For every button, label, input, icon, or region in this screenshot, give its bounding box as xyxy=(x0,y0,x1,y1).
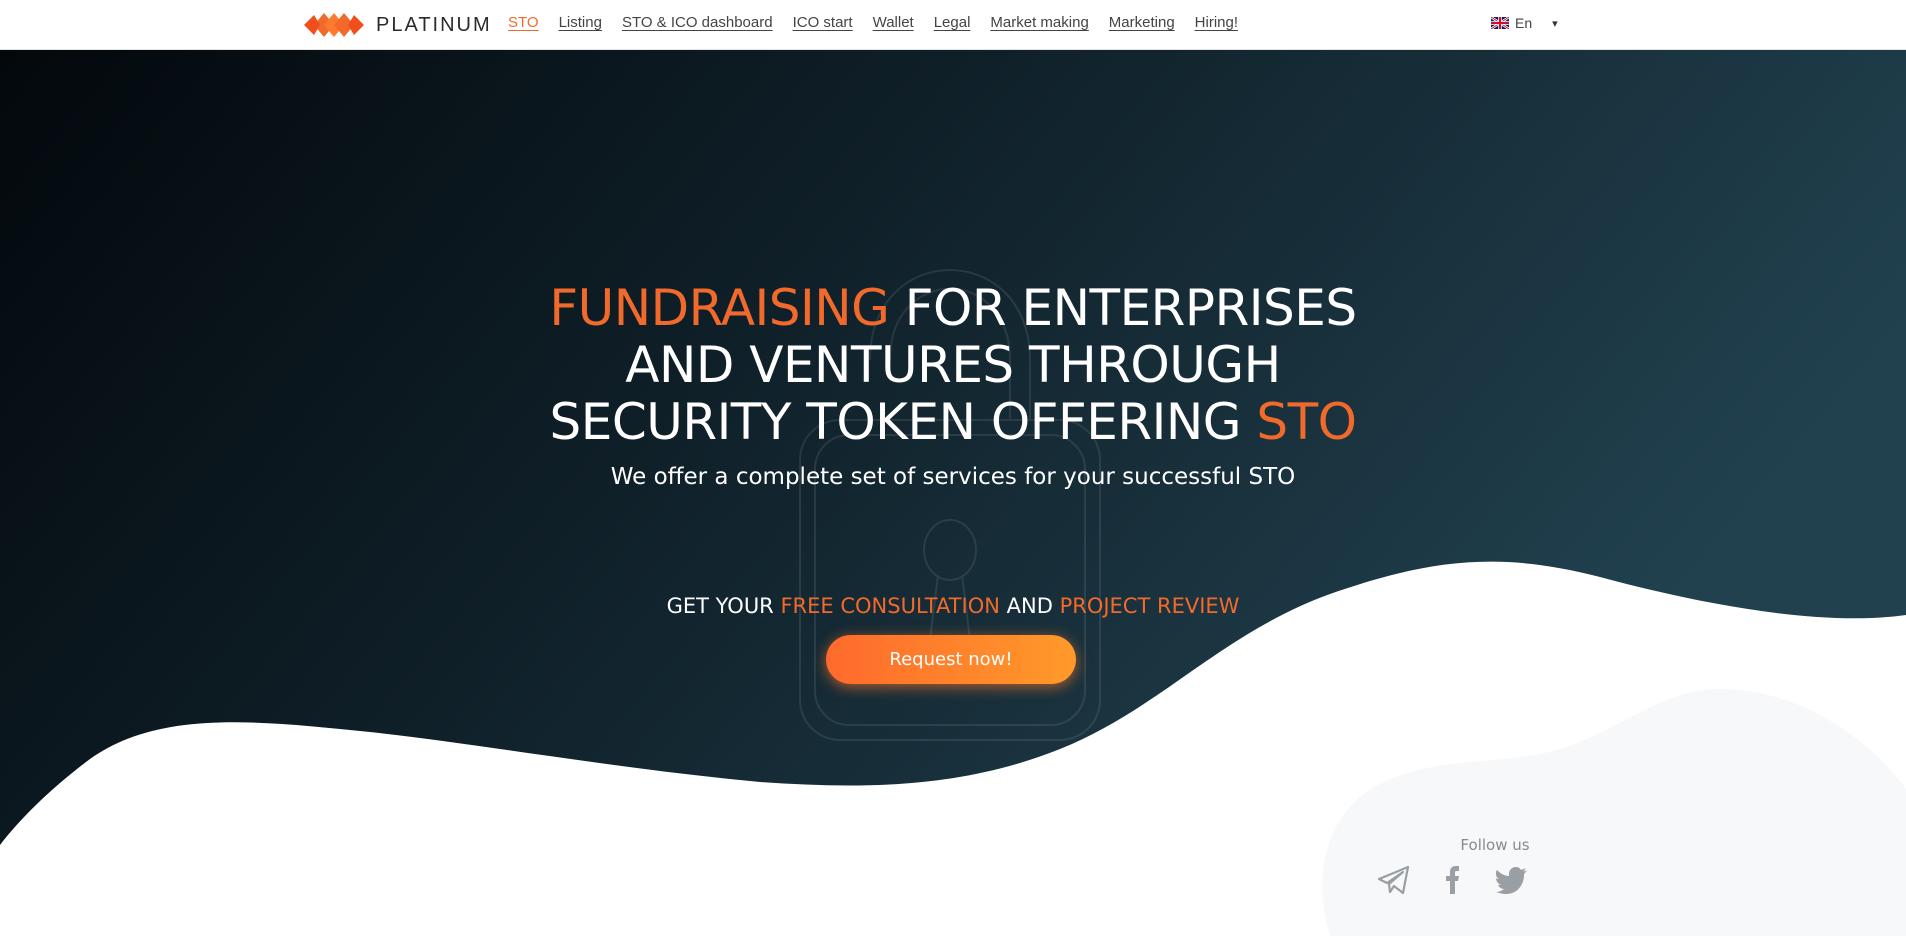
brand-logo[interactable]: PLATINUM xyxy=(302,7,492,43)
hero-title-line-1: FOR ENTERPRISES xyxy=(889,279,1357,337)
hero-title-highlight-fundraising: FUNDRAISING xyxy=(549,279,890,337)
top-navbar: PLATINUM STO Listing STO & ICO dashboard… xyxy=(0,0,1906,50)
hero-title-highlight-sto: STO xyxy=(1256,393,1357,451)
hero-subtitle: We offer a complete set of services for … xyxy=(610,464,1296,490)
facebook-icon xyxy=(1446,866,1459,894)
twitter-link[interactable] xyxy=(1496,866,1528,894)
nav-listing[interactable]: Listing xyxy=(559,14,602,31)
twitter-icon xyxy=(1496,867,1527,894)
nav-sto-ico-dashboard[interactable]: STO & ICO dashboard xyxy=(622,14,773,31)
diamond-logo-icon xyxy=(304,13,364,37)
cta-text-1: GET YOUR xyxy=(666,594,781,618)
nav-legal[interactable]: Legal xyxy=(934,14,971,31)
hero-title-line-2: AND VENTURES THROUGH xyxy=(625,336,1281,394)
language-selector[interactable]: En ▾ xyxy=(1491,15,1558,31)
nav-ico-start[interactable]: ICO start xyxy=(793,14,853,31)
brand-name: PLATINUM xyxy=(376,13,492,36)
facebook-link[interactable] xyxy=(1443,866,1463,894)
hero-title: FUNDRAISING FOR ENTERPRISES AND VENTURES … xyxy=(453,280,1453,451)
chevron-down-icon: ▾ xyxy=(1552,17,1558,30)
nav-market-making[interactable]: Market making xyxy=(990,14,1088,31)
consultation-heading: GET YOUR FREE CONSULTATION AND PROJECT R… xyxy=(453,594,1453,618)
cta-highlight-free-consultation: FREE CONSULTATION xyxy=(780,594,1000,618)
uk-flag-icon xyxy=(1491,17,1509,29)
telegram-icon xyxy=(1378,866,1410,894)
nav-wallet[interactable]: Wallet xyxy=(873,14,914,31)
main-navigation: STO Listing STO & ICO dashboard ICO star… xyxy=(508,14,1238,31)
telegram-link[interactable] xyxy=(1378,866,1410,894)
nav-marketing[interactable]: Marketing xyxy=(1109,14,1175,31)
request-now-button[interactable]: Request now! xyxy=(826,635,1076,684)
nav-hiring[interactable]: Hiring! xyxy=(1195,14,1238,31)
nav-sto[interactable]: STO xyxy=(508,14,539,31)
hero-title-line-3: SECURITY TOKEN OFFERING xyxy=(549,393,1257,451)
language-label: En xyxy=(1515,15,1533,31)
page: PLATINUM STO Listing STO & ICO dashboard… xyxy=(0,0,1906,936)
follow-us-label: Follow us xyxy=(1460,836,1530,854)
hero-light-blob xyxy=(1322,689,1906,936)
cta-text-2: AND xyxy=(999,594,1060,618)
cta-highlight-project-review: PROJECT REVIEW xyxy=(1059,594,1240,618)
